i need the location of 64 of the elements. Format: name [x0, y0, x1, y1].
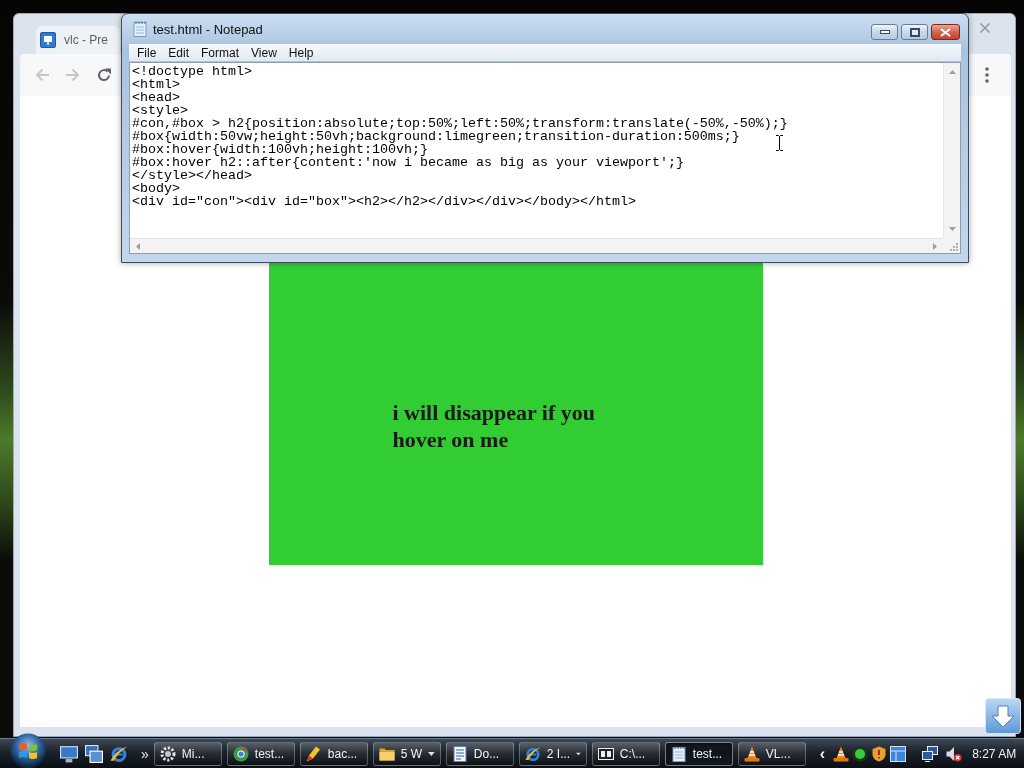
slide-icon	[40, 32, 56, 48]
code-line: </style></head>	[132, 169, 252, 182]
start-orb-icon[interactable]	[10, 732, 46, 768]
monitor-icon[interactable]	[60, 744, 78, 763]
page-heading: i will disappear if you hover on me	[392, 399, 597, 453]
code-line: <head>	[132, 91, 180, 104]
e-swoosh-icon	[524, 745, 541, 762]
caret-icon[interactable]	[428, 751, 435, 756]
browser-tab[interactable]: vlc - Pre	[36, 26, 120, 54]
document-icon	[451, 745, 468, 762]
taskbar-button[interactable]: 5 W	[372, 741, 441, 766]
cone-icon[interactable]	[833, 745, 850, 762]
circle-emblem-icon	[232, 745, 249, 762]
reload-icon[interactable]	[97, 68, 111, 82]
taskbar-button[interactable]: test...	[664, 741, 733, 766]
network-icon[interactable]	[922, 745, 939, 762]
taskbar-button[interactable]: 2 I...	[518, 741, 587, 766]
gear-icon	[159, 745, 176, 762]
size-grip-icon[interactable]	[949, 242, 958, 251]
ball-icon[interactable]	[852, 745, 869, 762]
speaker-muted-icon[interactable]	[946, 745, 963, 762]
e-swoosh-icon[interactable]	[110, 744, 128, 763]
code-line: #box{width:50vw;height:50vh;background:limegreen;transition-duration:500ms;}	[132, 130, 740, 143]
close-button[interactable]	[931, 24, 960, 40]
code-line: #box:hover{width:100vh;height:100vh;}	[132, 143, 428, 156]
notepad-icon	[132, 21, 148, 37]
taskbar-button[interactable]: test...	[226, 741, 295, 766]
window-title: test.html - Notepad	[153, 21, 263, 37]
text-area-field[interactable]	[129, 62, 961, 254]
menu-item[interactable]: File	[131, 45, 163, 60]
tray-chevron[interactable]: ‹	[819, 744, 826, 763]
text-cursor-icon	[776, 135, 783, 151]
code-line: <html>	[132, 78, 180, 91]
taskbar-button[interactable]: Mi...	[153, 741, 222, 766]
menu-item[interactable]: Edit	[162, 45, 196, 60]
code-line: #box:hover h2::after{content:'now i became as big as your viewport';}	[132, 156, 684, 169]
code-line: <!doctype html>	[132, 65, 252, 78]
menu-item[interactable]: View	[245, 45, 283, 60]
clock[interactable]: 8:27 AM	[972, 746, 1017, 761]
maximize-icon	[909, 27, 920, 37]
taskbar-button[interactable]: Do...	[445, 741, 514, 766]
taskbar-button[interactable]: bac...	[299, 741, 368, 766]
code-line: <div id="con"><div id="box"><h2></h2></div></div></body></html>	[132, 195, 636, 208]
code-line: #con,#box > h2{position:absolute;top:50%;left:50%;transform:translate(-50%,-50%);}	[132, 117, 788, 130]
code-line: <body>	[132, 182, 180, 195]
menu-item[interactable]: Help	[282, 45, 320, 60]
code-line: <style>	[132, 104, 188, 117]
pen-icon	[305, 745, 322, 762]
archive-icon	[597, 745, 614, 762]
window-icon[interactable]	[890, 745, 907, 762]
stacked-windows-icon[interactable]	[85, 744, 103, 763]
close-icon	[940, 27, 951, 37]
notepad-icon	[670, 745, 687, 762]
menu-icon[interactable]	[985, 67, 989, 83]
cone-icon	[743, 745, 760, 762]
taskbar-button[interactable]: C:\...	[591, 741, 660, 766]
maximize-button[interactable]	[901, 24, 928, 40]
caret-icon[interactable]	[576, 751, 581, 756]
menu-item[interactable]: Format	[195, 45, 246, 60]
shield-icon[interactable]	[871, 745, 888, 762]
taskbar-button[interactable]: VL...	[737, 741, 806, 766]
minimize-icon	[879, 30, 890, 34]
more-chevron[interactable]: »	[141, 745, 149, 762]
minimize-button[interactable]	[871, 24, 898, 40]
